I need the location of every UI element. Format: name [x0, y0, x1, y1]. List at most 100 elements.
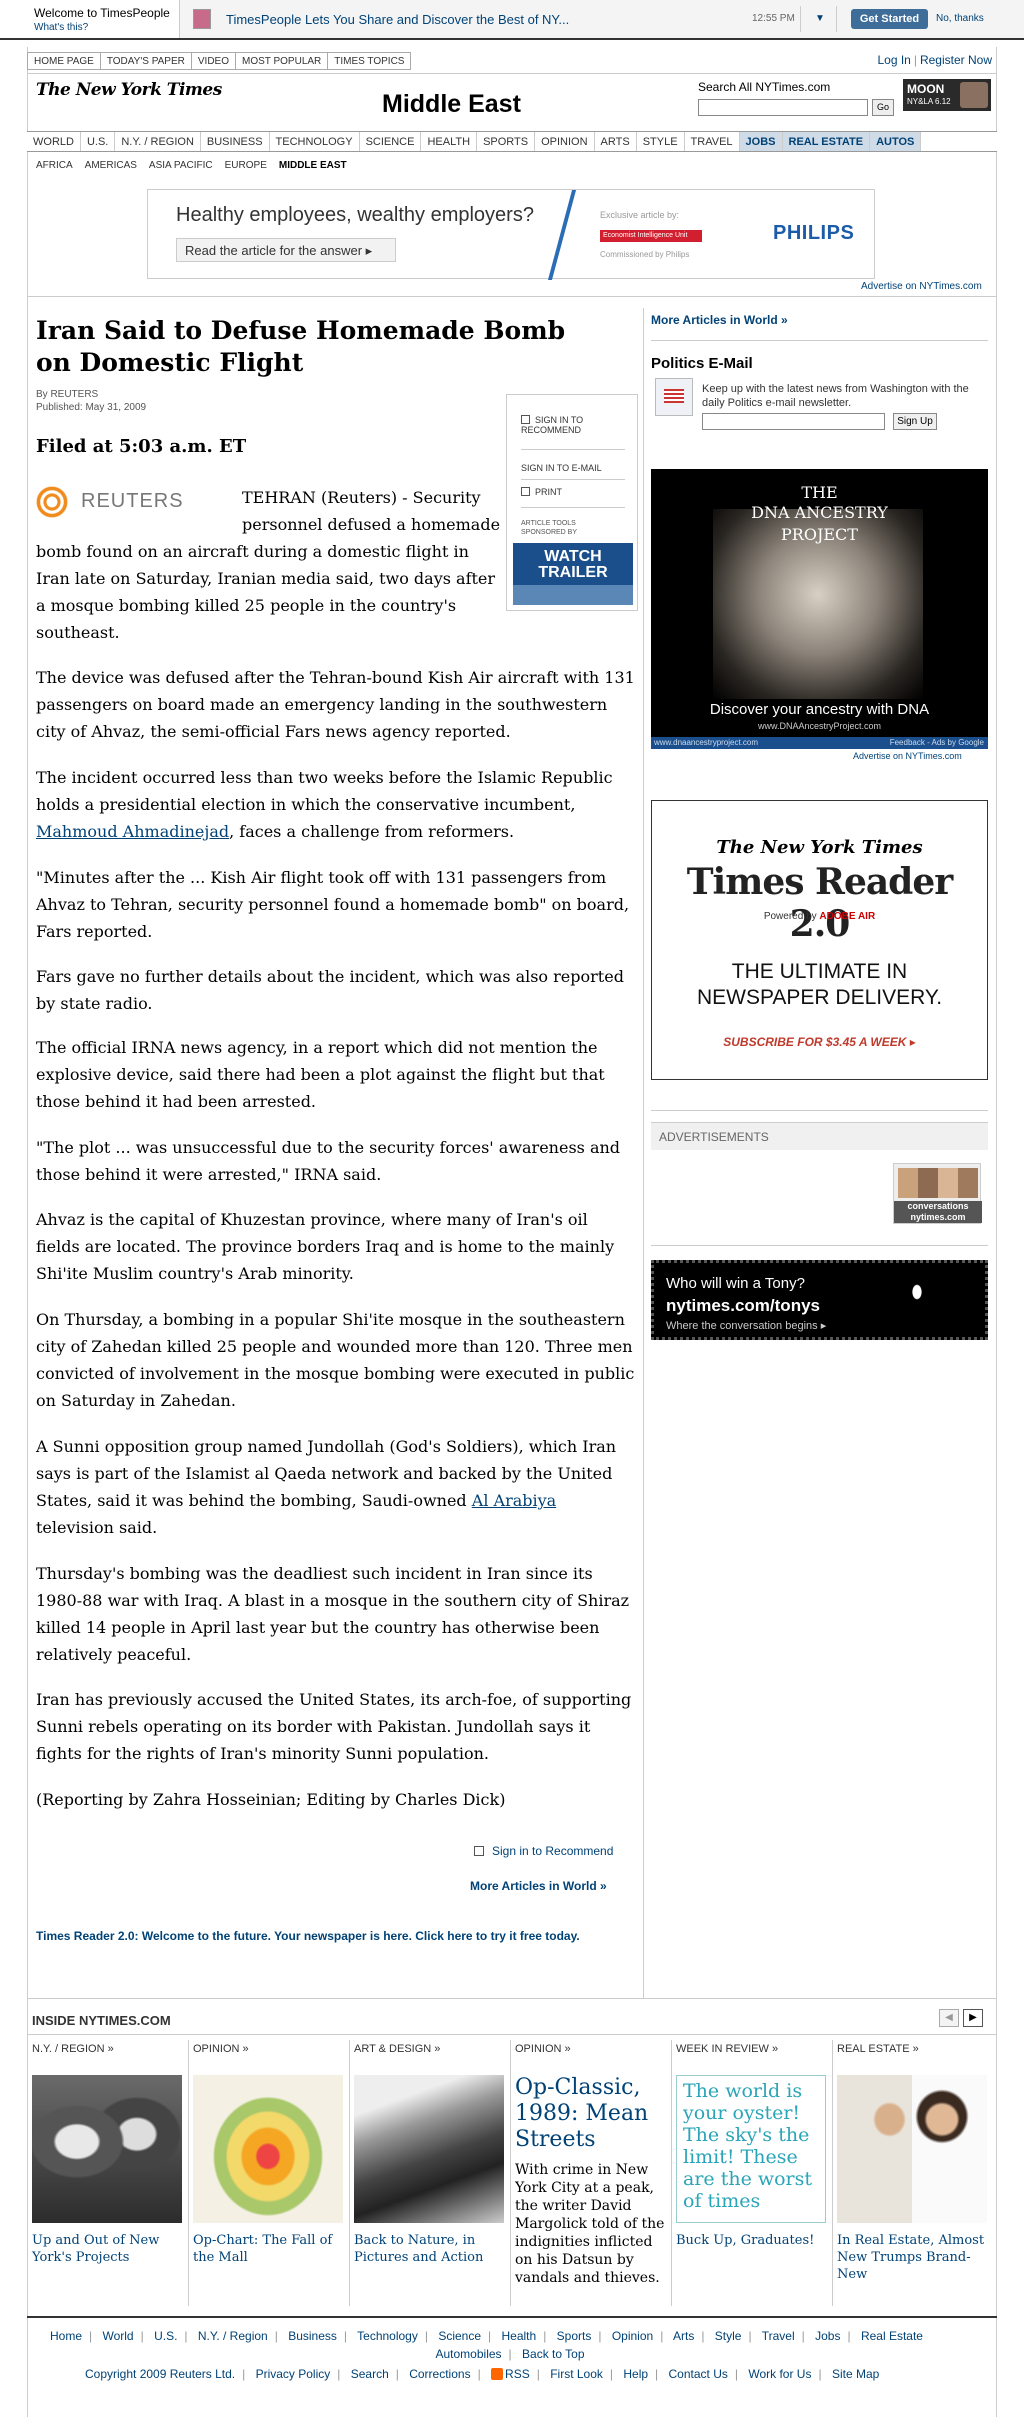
subnav-americas[interactable]: AMERICAS — [85, 160, 137, 171]
footer-link-privacy[interactable]: Privacy Policy — [256, 2367, 331, 2381]
inside-item-caption[interactable]: In Real Estate, Almost New Trumps Brand-… — [837, 2232, 987, 2283]
inside-item-category[interactable]: ART & DESIGN » — [354, 2043, 440, 2055]
inside-item-photo[interactable] — [32, 2075, 182, 2223]
get-started-button[interactable]: Get Started — [851, 9, 928, 29]
top-link-video[interactable]: VIDEO — [192, 53, 236, 69]
inside-item-category[interactable]: REAL ESTATE » — [837, 2043, 919, 2055]
inside-item-week-in-review[interactable]: WEEK IN REVIEW » The world is your oyste… — [673, 2043, 830, 2308]
footer-link-style[interactable]: Style — [715, 2329, 742, 2343]
inside-item-opinion-classic[interactable]: OPINION » Op-Classic, 1989: Mean Streets… — [512, 2043, 669, 2308]
inside-item-photo[interactable] — [837, 2075, 987, 2223]
footer-link-work-for-us[interactable]: Work for Us — [748, 2367, 811, 2381]
nav-opinion[interactable]: OPINION — [535, 132, 595, 151]
tr-ad-subscribe[interactable]: SUBSCRIBE FOR $3.45 A WEEK ▸ — [652, 1035, 987, 1049]
footer-link-first-look[interactable]: First Look — [550, 2367, 603, 2381]
nav-sports[interactable]: SPORTS — [477, 132, 536, 151]
subnav-europe[interactable]: EUROPE — [225, 160, 267, 171]
footer-link-help[interactable]: Help — [623, 2367, 648, 2381]
footer-link-search[interactable]: Search — [351, 2367, 389, 2381]
dna-ancestry-ad[interactable]: THE DNA ANCESTRY PROJECT Discover your a… — [651, 469, 988, 749]
inside-item-caption[interactable]: Op-Chart: The Fall of the Mall — [193, 2232, 343, 2266]
footer-link-business[interactable]: Business — [288, 2329, 337, 2343]
tool-print[interactable]: PRINT — [521, 487, 562, 497]
top-link-todays-paper[interactable]: TODAY'S PAPER — [101, 53, 192, 69]
watch-trailer-ad[interactable]: WATCH TRAILER — [513, 543, 633, 605]
advertise-link[interactable]: Advertise on NYTimes.com — [861, 281, 982, 292]
register-link[interactable]: Register Now — [920, 53, 992, 67]
footer-link-contact[interactable]: Contact Us — [669, 2367, 728, 2381]
footer-link-site-map[interactable]: Site Map — [832, 2367, 879, 2381]
nav-business[interactable]: BUSINESS — [201, 132, 270, 151]
nav-arts[interactable]: ARTS — [595, 132, 637, 151]
nav-autos[interactable]: AUTOS — [870, 132, 922, 151]
sidebar-more-articles-link[interactable]: More Articles in World » — [651, 313, 788, 327]
footer-link-sports[interactable]: Sports — [557, 2329, 592, 2343]
inside-item-graphic[interactable]: The world is your oyster! The sky's the … — [676, 2075, 826, 2223]
footer-link-health[interactable]: Health — [502, 2329, 537, 2343]
footer-link-corrections[interactable]: Corrections — [409, 2367, 470, 2381]
inside-item-category[interactable]: OPINION » — [515, 2043, 571, 2055]
footer-link-travel[interactable]: Travel — [762, 2329, 795, 2343]
advertise-link[interactable]: Advertise on NYTimes.com — [853, 751, 962, 761]
footer-link-home[interactable]: Home — [50, 2329, 82, 2343]
politics-email-input[interactable] — [702, 413, 885, 430]
subnav-asia-pacific[interactable]: ASIA PACIFIC — [149, 160, 213, 171]
nav-technology[interactable]: TECHNOLOGY — [270, 132, 360, 151]
footer-link-science[interactable]: Science — [438, 2329, 481, 2343]
top-link-home[interactable]: HOME PAGE — [28, 53, 101, 69]
footer-link-rss[interactable]: RSS — [505, 2367, 530, 2381]
inside-next-button[interactable]: ▶ — [963, 2009, 983, 2027]
login-link[interactable]: Log In — [877, 53, 910, 67]
no-thanks-link[interactable]: No, thanks — [936, 13, 984, 24]
inside-item-caption[interactable]: Up and Out of New York's Projects — [32, 2232, 182, 2266]
inside-item-photo[interactable] — [193, 2075, 343, 2223]
nav-ny-region[interactable]: N.Y. / REGION — [115, 132, 201, 151]
timespeople-avatar[interactable] — [193, 9, 211, 29]
inside-item-art-design[interactable]: ART & DESIGN » Back to Nature, in Pictur… — [351, 2043, 508, 2308]
ad-read-button[interactable]: Read the article for the answer ▸ — [176, 238, 396, 262]
inside-item-category[interactable]: OPINION » — [193, 2043, 249, 2055]
footer-link-copyright[interactable]: Copyright 2009 Reuters Ltd. — [85, 2367, 235, 2381]
chevron-down-icon[interactable]: ▼ — [815, 13, 825, 24]
nav-real-estate[interactable]: REAL ESTATE — [782, 132, 871, 151]
inside-item-opinion-chart[interactable]: OPINION » Op-Chart: The Fall of the Mall — [190, 2043, 347, 2308]
whats-this-link[interactable]: What's this? — [34, 22, 179, 33]
sign-in-recommend-link[interactable]: Sign in to Recommend — [474, 1844, 613, 1858]
footer-link-automobiles[interactable]: Automobiles — [436, 2347, 502, 2361]
inside-item-category[interactable]: N.Y. / REGION » — [32, 2043, 114, 2055]
inside-item-caption[interactable]: Back to Nature, in Pictures and Action — [354, 2232, 504, 2266]
times-reader-promo-link[interactable]: Times Reader 2.0: Welcome to the future.… — [36, 1928, 636, 1945]
nav-world[interactable]: WORLD — [27, 132, 81, 151]
ads-by-google-link[interactable]: Feedback - Ads by Google — [890, 737, 984, 749]
inside-item-caption[interactable]: Buck Up, Graduates! — [676, 2232, 826, 2249]
footer-link-world[interactable]: World — [102, 2329, 133, 2343]
rss-icon[interactable] — [491, 2368, 504, 2380]
top-link-times-topics[interactable]: TIMES TOPICS — [328, 53, 410, 69]
subnav-africa[interactable]: AFRICA — [36, 160, 73, 171]
inside-item-headline[interactable]: Op-Classic, 1989: Mean Streets — [515, 2075, 665, 2153]
nav-style[interactable]: STYLE — [637, 132, 685, 151]
inside-item-photo[interactable] — [354, 2075, 504, 2223]
nyt-logo[interactable]: The New York Times — [36, 80, 222, 100]
more-articles-link[interactable]: More Articles in World » — [470, 1879, 607, 1893]
al-arabiya-link[interactable]: Al Arabiya — [472, 1491, 556, 1510]
nav-science[interactable]: SCIENCE — [360, 132, 422, 151]
nav-health[interactable]: HEALTH — [421, 132, 478, 151]
politics-sign-up-button[interactable]: Sign Up — [893, 413, 937, 430]
nav-us[interactable]: U.S. — [81, 132, 116, 151]
nav-travel[interactable]: TRAVEL — [685, 132, 740, 151]
top-link-most-popular[interactable]: MOST POPULAR — [236, 53, 329, 69]
conversations-ad[interactable]: conversations nytimes.com — [893, 1163, 982, 1224]
footer-link-back-to-top[interactable]: Back to Top — [522, 2347, 584, 2361]
search-input[interactable] — [698, 99, 868, 116]
inside-item-ny-region[interactable]: N.Y. / REGION » Up and Out of New York's… — [29, 2043, 186, 2308]
times-reader-ad[interactable]: The New York Times Times Reader 2.0 Powe… — [651, 800, 988, 1080]
footer-link-ny-region[interactable]: N.Y. / Region — [198, 2329, 268, 2343]
inside-prev-button[interactable]: ◀ — [939, 2009, 959, 2027]
footer-link-technology[interactable]: Technology — [357, 2329, 418, 2343]
moon-ad[interactable]: MOON NY&LA 6.12 — [903, 79, 991, 111]
footer-link-opinion[interactable]: Opinion — [612, 2329, 653, 2343]
search-go-button[interactable]: Go — [872, 99, 894, 116]
nav-jobs[interactable]: JOBS — [739, 132, 783, 151]
ahmadinejad-link[interactable]: Mahmoud Ahmadinejad — [36, 822, 229, 841]
